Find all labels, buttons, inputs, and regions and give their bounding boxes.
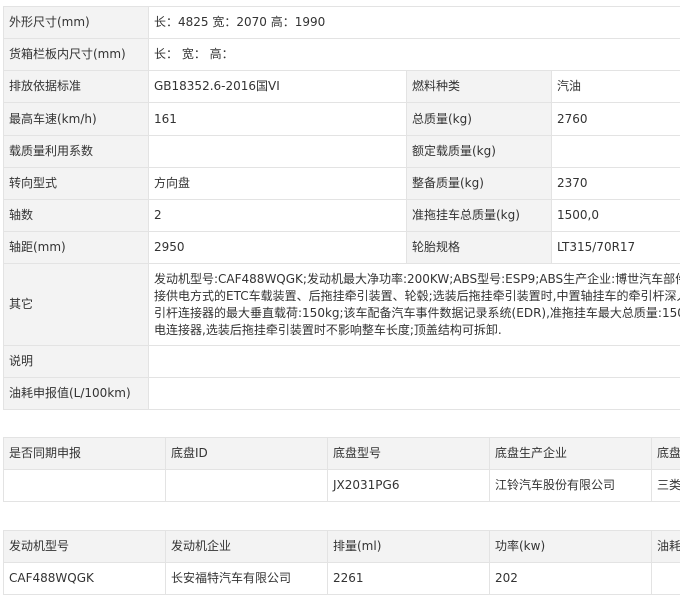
engine-cell: 202 (489, 562, 652, 595)
chassis-cell: JX2031PG6 (327, 469, 490, 502)
engine-header-cell: 排量(ml) (327, 530, 490, 563)
note-value (147, 345, 680, 378)
spec-row-note: 说明 (3, 345, 680, 378)
axles-label: 轴数 (3, 199, 149, 232)
cargo-box-value: 长： 宽： 高： (147, 38, 680, 71)
other-value: 发动机型号:CAF488WQGK;发动机最大净功率:200KW;ABS型号:ES… (147, 263, 680, 346)
note-label: 说明 (3, 345, 149, 378)
chassis-cell: 江铃汽车股份有限公司 (489, 469, 652, 502)
spec-row-load: 载质量利用系数 额定载质量(kg) (3, 135, 680, 168)
other-line: 发动机型号:CAF488WQGK;发动机最大净功率:200KW;ABS型号:ES… (154, 271, 680, 286)
total-mass-label: 总质量(kg) (406, 102, 552, 136)
chassis-header-row: 是否同期申报 底盘ID 底盘型号 底盘生产企业 底盘类 (3, 437, 680, 470)
tire-label: 轮胎规格 (406, 231, 552, 264)
other-line: 电连接器,选装后拖挂牵引装置时不影响整车长度;顶盖结构可拆卸. (154, 322, 502, 337)
wheelbase-label: 轴距(mm) (3, 231, 149, 264)
engine-header-cell: 发动机型号 (3, 530, 166, 563)
chassis-data-row: JX2031PG6 江铃汽车股份有限公司 三类 (3, 469, 680, 502)
other-line: 接供电方式的ETC车载装置、后拖挂牵引装置、轮毂;选装后拖挂牵引装置时,中置轴挂… (154, 288, 680, 303)
fuel-declared-value (147, 377, 680, 410)
chassis-cell: 三类 (651, 469, 680, 502)
dimensions-label: 外形尺寸(mm) (3, 6, 149, 39)
other-label: 其它 (3, 263, 149, 346)
engine-cell: 长安福特汽车有限公司 (165, 562, 328, 595)
fuel-value: 汽油 (550, 70, 680, 103)
curb-mass-label: 整备质量(kg) (406, 167, 552, 200)
load-coef-label: 载质量利用系数 (3, 135, 149, 168)
trailer-mass-label: 准拖挂车总质量(kg) (406, 199, 552, 232)
trailer-mass-value: 1500,0 (550, 199, 680, 232)
engine-header-row: 发动机型号 发动机企业 排量(ml) 功率(kw) 油耗 (3, 530, 680, 563)
spec-row-emission: 排放依据标准 GB18352.6-2016国VI 燃料种类 汽油 (3, 70, 680, 103)
engine-cell (651, 562, 680, 595)
engine-cell: 2261 (327, 562, 490, 595)
rated-load-label: 额定载质量(kg) (406, 135, 552, 168)
chassis-header-cell: 底盘型号 (327, 437, 490, 470)
rated-load-value (550, 135, 680, 168)
fuel-label: 燃料种类 (406, 70, 552, 103)
engine-header-cell: 功率(kw) (489, 530, 652, 563)
max-speed-label: 最高车速(km/h) (3, 102, 149, 136)
tire-value: LT315/70R17 (550, 231, 680, 264)
engine-cell: CAF488WQGK (3, 562, 166, 595)
emission-value: GB18352.6-2016国VI (148, 70, 407, 103)
spec-row-cargo-box: 货箱栏板内尺寸(mm) 长： 宽： 高： (3, 38, 680, 71)
load-coef-value (148, 135, 407, 168)
chassis-header-cell: 底盘生产企业 (489, 437, 652, 470)
chassis-table: 是否同期申报 底盘ID 底盘型号 底盘生产企业 底盘类 JX2031PG6 江铃… (3, 437, 680, 502)
engine-table: 发动机型号 发动机企业 排量(ml) 功率(kw) 油耗 CAF488WQGK … (3, 530, 680, 595)
vehicle-spec-table: 外形尺寸(mm) 长：4825 宽：2070 高：1990 货箱栏板内尺寸(mm… (3, 6, 680, 410)
chassis-header-cell: 是否同期申报 (3, 437, 166, 470)
cargo-box-label: 货箱栏板内尺寸(mm) (3, 38, 149, 71)
engine-header-cell: 发动机企业 (165, 530, 328, 563)
spec-row-other: 其它 发动机型号:CAF488WQGK;发动机最大净功率:200KW;ABS型号… (3, 263, 680, 346)
fuel-declared-label: 油耗申报值(L/100km) (3, 377, 149, 410)
chassis-header-cell: 底盘类 (651, 437, 680, 470)
steering-label: 转向型式 (3, 167, 149, 200)
spec-row-steering: 转向型式 方向盘 整备质量(kg) 2370 (3, 167, 680, 200)
engine-header-cell: 油耗 (651, 530, 680, 563)
emission-label: 排放依据标准 (3, 70, 149, 103)
spec-row-wheelbase: 轴距(mm) 2950 轮胎规格 LT315/70R17 (3, 231, 680, 264)
steering-value: 方向盘 (148, 167, 407, 200)
max-speed-value: 161 (148, 102, 407, 136)
total-mass-value: 2760 (550, 102, 680, 136)
chassis-cell (3, 469, 166, 502)
curb-mass-value: 2370 (550, 167, 680, 200)
chassis-header-cell: 底盘ID (165, 437, 328, 470)
spec-row-speed: 最高车速(km/h) 161 总质量(kg) 2760 (3, 102, 680, 136)
other-line: 引杆连接器的最大垂直载荷:150kg;该车配备汽车事件数据记录系统(EDR),准… (154, 305, 680, 320)
wheelbase-value: 2950 (148, 231, 407, 264)
spec-row-fuel-declared: 油耗申报值(L/100km) (3, 377, 680, 410)
spec-row-dimensions: 外形尺寸(mm) 长：4825 宽：2070 高：1990 (3, 6, 680, 39)
dimensions-value: 长：4825 宽：2070 高：1990 (147, 6, 680, 39)
chassis-cell (165, 469, 328, 502)
engine-data-row: CAF488WQGK 长安福特汽车有限公司 2261 202 (3, 562, 680, 595)
spec-row-axles: 轴数 2 准拖挂车总质量(kg) 1500,0 (3, 199, 680, 232)
axles-value: 2 (148, 199, 407, 232)
